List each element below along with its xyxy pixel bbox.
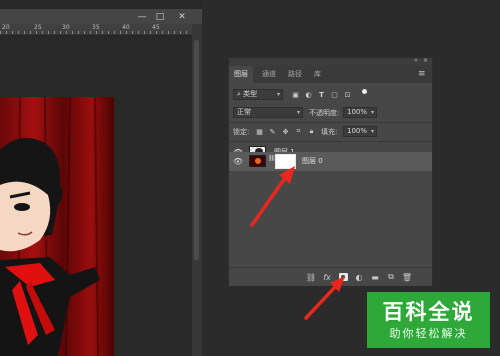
watermark-subtitle: 助你轻松解决 [389, 327, 468, 340]
arrow-to-mask-shaft [250, 176, 287, 227]
watermark-badge: 百科全说 助你轻松解决 [367, 292, 490, 348]
watermark-title: 百科全说 [382, 300, 475, 324]
arrow-to-add-mask-shaft [304, 284, 338, 320]
